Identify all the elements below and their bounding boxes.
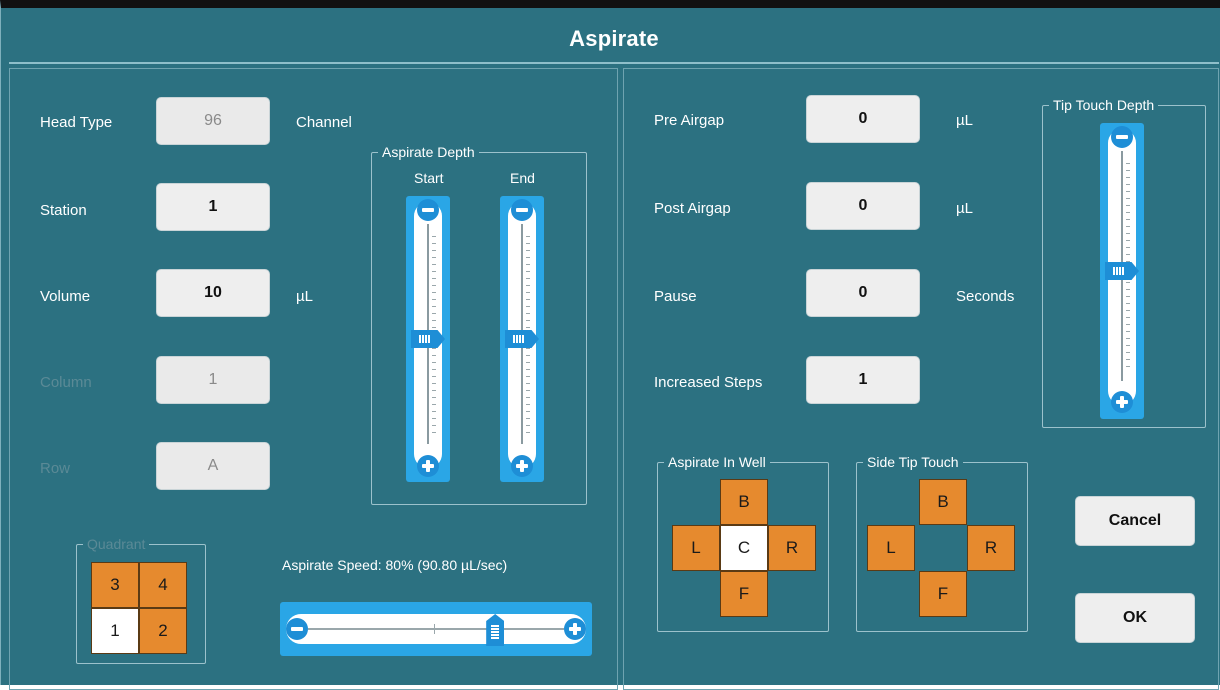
well-position-right[interactable]: R [768,525,816,571]
tip-touch-left[interactable]: L [867,525,915,571]
volume-label: Volume [40,288,91,305]
end-depth-slider[interactable] [500,196,544,482]
quadrant-group: Quadrant 3 4 1 2 [76,535,206,664]
tip-touch-back[interactable]: B [919,479,967,525]
post-airgap-label: Post Airgap [654,200,731,217]
volume-unit: µL [296,288,313,305]
pre-airgap-unit: µL [956,112,973,129]
end-label: End [510,170,535,186]
increased-steps-label: Increased Steps [654,374,763,391]
quadrant-cell-selected[interactable]: 1 [91,608,139,654]
left-panel: Head Type 96 Channel Station 1 Volume 10… [9,68,618,690]
plus-icon[interactable] [564,618,586,640]
station-label: Station [40,202,87,219]
plus-icon[interactable] [511,455,533,477]
pause-field[interactable]: 0 [806,269,920,317]
row-label: Row [40,460,71,477]
minus-icon[interactable] [286,618,308,640]
aspirate-speed-label: Aspirate Speed: 80% (90.80 µL/sec) [282,557,508,573]
tip-touch-depth-group: Tip Touch Depth [1042,96,1206,428]
start-label: Start [414,170,444,186]
plus-icon[interactable] [1111,391,1133,413]
quadrant-cell[interactable]: 2 [139,608,187,654]
well-position-left[interactable]: L [672,525,720,571]
tip-touch-right[interactable]: R [967,525,1015,571]
head-type-unit: Channel [296,114,352,131]
right-panel: Pre Airgap 0 µL Post Airgap 0 µL Pause 0… [623,68,1219,690]
plus-icon[interactable] [417,455,439,477]
volume-field[interactable]: 10 [156,269,270,317]
well-position-back[interactable]: B [720,479,768,525]
pause-unit: Seconds [956,288,1015,305]
head-type-field: 96 [156,97,270,145]
row-field: A [156,442,270,490]
quadrant-cell[interactable]: 4 [139,562,187,608]
aspirate-in-well-group: Aspirate In Well B L C R F [657,453,829,632]
pre-airgap-label: Pre Airgap [654,112,725,129]
post-airgap-unit: µL [956,200,973,217]
side-tip-touch-group: Side Tip Touch B L R F [856,453,1028,632]
start-depth-slider[interactable] [406,196,450,482]
aspirate-dialog: Aspirate Head Type 96 Channel Station 1 … [0,0,1220,690]
aspirate-speed-slider[interactable] [280,602,592,656]
quadrant-title: Quadrant [83,535,150,553]
column-field: 1 [156,356,270,404]
post-airgap-field[interactable]: 0 [806,182,920,230]
pause-label: Pause [654,288,697,305]
minus-icon[interactable] [417,199,439,221]
tip-touch-depth-slider[interactable] [1100,123,1144,419]
ok-button[interactable]: OK [1075,593,1195,643]
head-type-label: Head Type [40,114,113,131]
tip-touch-front[interactable]: F [919,571,967,617]
cancel-button[interactable]: Cancel [1075,496,1195,546]
aspirate-depth-title: Aspirate Depth [378,143,479,161]
well-position-front[interactable]: F [720,571,768,617]
minus-icon[interactable] [511,199,533,221]
quadrant-cell[interactable]: 3 [91,562,139,608]
well-position-center[interactable]: C [720,525,768,571]
aspirate-in-well-title: Aspirate In Well [664,453,770,471]
side-tip-touch-title: Side Tip Touch [863,453,963,471]
pre-airgap-field[interactable]: 0 [806,95,920,143]
station-field[interactable]: 1 [156,183,270,231]
minus-icon[interactable] [1111,126,1133,148]
tip-touch-depth-title: Tip Touch Depth [1049,96,1159,114]
column-label: Column [40,374,92,391]
dialog-title: Aspirate [9,16,1219,64]
increased-steps-field[interactable]: 1 [806,356,920,404]
aspirate-depth-group: Aspirate Depth Start End [371,143,587,505]
